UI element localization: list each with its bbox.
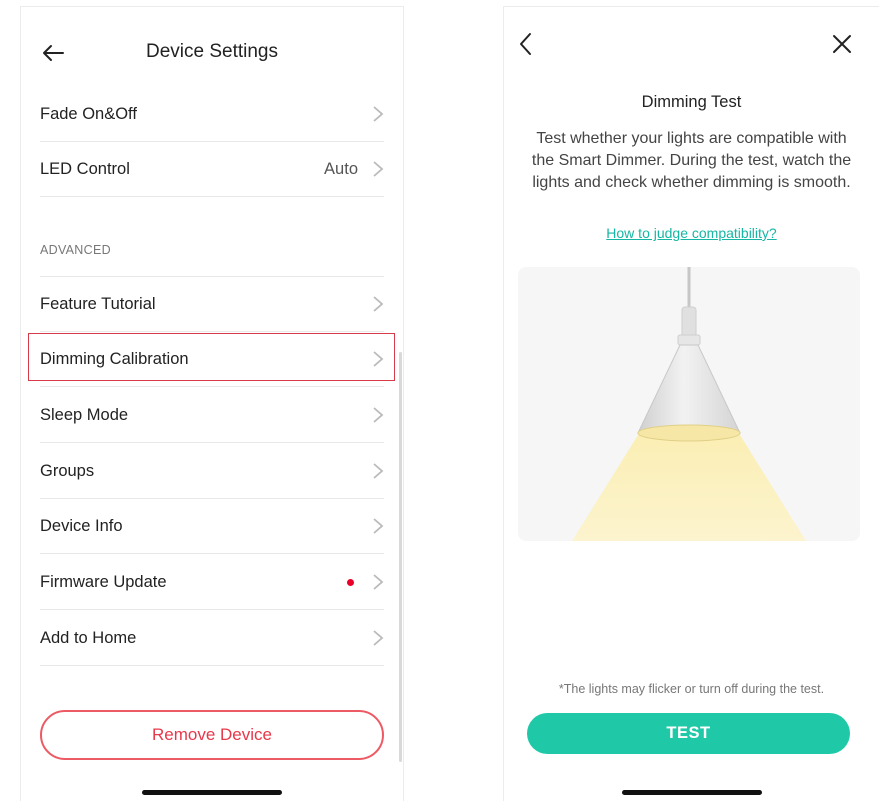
device-settings-screen: Device Settings Fade On&Off LED Control … bbox=[20, 6, 404, 801]
lamp-illustration bbox=[518, 267, 860, 541]
compatibility-help-link[interactable]: How to judge compatibility? bbox=[504, 225, 879, 241]
chevron-right-icon bbox=[373, 407, 384, 423]
settings-row-add-to-home[interactable]: Add to Home bbox=[40, 611, 384, 666]
row-label: Device Info bbox=[40, 516, 123, 535]
pendant-lamp-icon bbox=[572, 267, 806, 541]
section-label-advanced: ADVANCED bbox=[40, 243, 111, 257]
row-label: Groups bbox=[40, 461, 95, 480]
settings-row-groups[interactable]: Groups bbox=[40, 444, 384, 499]
test-button[interactable]: TEST bbox=[527, 713, 850, 754]
chevron-right-icon bbox=[373, 518, 384, 534]
row-label: Sleep Mode bbox=[40, 405, 129, 424]
row-label: LED Control bbox=[40, 159, 130, 178]
row-value: Auto bbox=[324, 159, 358, 178]
row-label: Feature Tutorial bbox=[40, 294, 156, 313]
settings-row-feature-tutorial[interactable]: Feature Tutorial bbox=[40, 277, 384, 332]
page-title: Dimming Test bbox=[641, 93, 742, 111]
chevron-right-icon bbox=[373, 574, 384, 590]
chevron-right-icon bbox=[373, 296, 384, 312]
settings-row-sleep-mode[interactable]: Sleep Mode bbox=[40, 388, 384, 443]
settings-row-led-control[interactable]: LED Control Auto bbox=[40, 142, 384, 197]
chevron-right-icon bbox=[373, 463, 384, 479]
row-label: Dimming Calibration bbox=[40, 349, 189, 368]
row-label: Firmware Update bbox=[40, 572, 167, 591]
remove-device-button[interactable]: Remove Device bbox=[40, 710, 384, 760]
settings-row-fade[interactable]: Fade On&Off bbox=[40, 87, 384, 142]
chevron-right-icon bbox=[373, 351, 384, 367]
warning-note: *The lights may flicker or turn off duri… bbox=[558, 682, 825, 696]
scrollbar[interactable] bbox=[399, 352, 402, 762]
notification-dot bbox=[347, 578, 354, 586]
home-indicator[interactable] bbox=[621, 790, 762, 795]
row-label: Add to Home bbox=[40, 628, 137, 647]
dimming-test-screen: Dimming Test Test whether your lights ar… bbox=[503, 6, 879, 801]
chevron-right-icon bbox=[373, 106, 384, 122]
home-indicator[interactable] bbox=[142, 790, 282, 795]
close-icon[interactable] bbox=[831, 33, 853, 55]
description-text: Test whether your lights are compatible … bbox=[531, 130, 852, 191]
page-title: Device Settings bbox=[145, 41, 278, 62]
row-label: Fade On&Off bbox=[40, 104, 137, 123]
settings-row-dimming-calibration[interactable]: Dimming Calibration bbox=[40, 332, 384, 387]
settings-row-firmware-update[interactable]: Firmware Update bbox=[40, 555, 384, 610]
chevron-left-icon[interactable] bbox=[517, 31, 535, 57]
settings-row-device-info[interactable]: Device Info bbox=[40, 499, 384, 554]
chevron-right-icon bbox=[373, 161, 384, 177]
chevron-right-icon bbox=[373, 630, 384, 646]
